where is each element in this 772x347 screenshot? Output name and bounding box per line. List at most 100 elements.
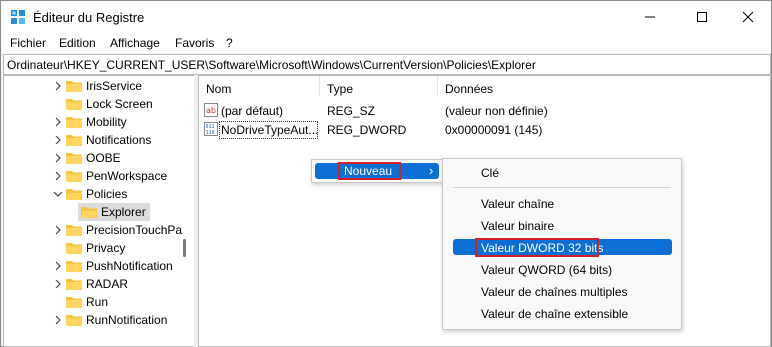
folder-icon	[66, 261, 82, 272]
chevron-right-icon[interactable]	[53, 134, 63, 146]
menu-help[interactable]: ?	[226, 36, 233, 50]
tree-item-label: Mobility	[86, 115, 127, 129]
folder-icon	[66, 153, 82, 164]
tree-item[interactable]: RunNotification	[4, 311, 192, 329]
submenu-item-qword[interactable]: Valeur QWORD (64 bits)	[481, 263, 612, 277]
address-bar[interactable]: Ordinateur\HKEY_CURRENT_USER\Software\Mi…	[3, 54, 771, 75]
tree-item-label: Privacy	[86, 241, 126, 255]
folder-open-icon	[66, 189, 82, 200]
menu-edit[interactable]: Edition	[59, 36, 96, 50]
submenu-arrow-icon: ›	[429, 163, 434, 178]
folder-icon	[66, 315, 82, 326]
close-icon	[742, 11, 754, 23]
column-header-data[interactable]: Données	[445, 82, 493, 96]
svg-text:ab: ab	[206, 106, 216, 115]
submenu-item-multi-string[interactable]: Valeur de chaînes multiples	[481, 285, 628, 299]
tree-item-label: IrisService	[86, 79, 143, 93]
value-data: (valeur non définie)	[445, 104, 548, 118]
table-row[interactable]: 011 110 NoDriveTypeAut... REG_DWORD 0x00…	[199, 121, 770, 139]
table-row[interactable]: ab (par défaut) REG_SZ (valeur non défin…	[199, 102, 770, 120]
tree-item-label: OOBE	[86, 151, 121, 165]
chevron-right-icon[interactable]	[53, 224, 63, 236]
tree-item[interactable]: Mobility	[4, 113, 192, 131]
menu-file[interactable]: Fichier	[10, 36, 46, 50]
tree-item-label: Run	[86, 295, 109, 309]
column-separator[interactable]	[437, 76, 438, 96]
annotation-box	[338, 162, 401, 180]
folder-icon	[66, 171, 82, 182]
column-header-type[interactable]: Type	[327, 82, 353, 96]
chevron-right-icon[interactable]	[53, 116, 63, 128]
value-type: REG_DWORD	[327, 123, 407, 137]
menu-view[interactable]: Affichage	[110, 36, 160, 50]
tree-item[interactable]: Run	[4, 293, 192, 311]
tree-item-label: PenWorkspace	[86, 169, 168, 183]
tree-item[interactable]: PushNotification	[4, 257, 192, 275]
svg-text:110: 110	[206, 130, 215, 136]
minimize-button[interactable]	[627, 1, 673, 33]
context-menu: Nouveau ›	[311, 159, 443, 183]
menu-bar: Fichier Edition Affichage Favoris ?	[1, 33, 771, 53]
folder-icon	[66, 243, 82, 254]
chevron-right-icon[interactable]	[53, 278, 63, 290]
column-header-name[interactable]: Nom	[206, 82, 231, 96]
submenu-item-binary[interactable]: Valeur binaire	[481, 219, 554, 233]
tree-item-label: Lock Screen	[86, 97, 153, 111]
chevron-right-icon[interactable]	[53, 80, 63, 92]
key-tree[interactable]: IrisService Lock Screen Mobility Notific…	[3, 75, 195, 347]
menu-separator	[453, 187, 671, 188]
tree-item[interactable]: PenWorkspace	[4, 167, 192, 185]
binary-value-icon: 011 110	[204, 122, 218, 136]
tree-item-label: RunNotification	[86, 313, 168, 327]
chevron-right-icon[interactable]	[53, 260, 63, 272]
value-name: (par défaut)	[221, 104, 284, 118]
close-button[interactable]	[725, 1, 771, 33]
folder-icon	[66, 135, 82, 146]
submenu-item-key[interactable]: Clé	[481, 166, 499, 180]
new-submenu: Clé Valeur chaîne Valeur binaire Valeur …	[442, 158, 682, 330]
title-bar: Éditeur du Registre	[1, 1, 771, 33]
tree-item[interactable]: PrecisionTouchPa	[4, 221, 192, 239]
window-title: Éditeur du Registre	[33, 10, 145, 25]
annotation-box	[475, 238, 599, 257]
value-name: NoDriveTypeAut...	[221, 123, 319, 137]
registry-editor-icon	[11, 10, 25, 24]
tree-item[interactable]: Policies	[4, 185, 192, 203]
value-data: 0x00000091 (145)	[445, 123, 543, 137]
tree-item[interactable]: RADAR	[4, 275, 192, 293]
submenu-item-expandable-string[interactable]: Valeur de chaîne extensible	[481, 307, 628, 321]
tree-item[interactable]: Privacy	[4, 239, 192, 257]
tree-item[interactable]: Notifications	[4, 131, 192, 149]
tree-item-label: Notifications	[86, 133, 152, 147]
menu-favorites[interactable]: Favoris	[175, 36, 214, 50]
folder-icon	[66, 99, 82, 110]
submenu-item-string[interactable]: Valeur chaîne	[481, 197, 554, 211]
minimize-icon	[645, 16, 655, 18]
column-separator[interactable]	[319, 76, 320, 96]
chevron-right-icon[interactable]	[53, 152, 63, 164]
tree-item[interactable]: IrisService	[4, 77, 192, 95]
folder-icon	[66, 81, 82, 92]
chevron-right-icon[interactable]	[53, 170, 63, 182]
tree-item-label: PrecisionTouchPa	[86, 223, 183, 237]
tree-scrollbar-thumb[interactable]	[183, 239, 186, 257]
maximize-icon	[697, 12, 707, 22]
value-type: REG_SZ	[327, 104, 376, 118]
tree-item-label: Policies	[86, 187, 128, 201]
tree-item[interactable]: OOBE	[4, 149, 192, 167]
registry-editor-window: Éditeur du Registre Fichier Edition Affi…	[0, 0, 772, 347]
tree-item-label: PushNotification	[86, 259, 173, 273]
address-path: Ordinateur\HKEY_CURRENT_USER\Software\Mi…	[7, 58, 536, 72]
tree-item-label: Explorer	[101, 205, 146, 219]
tree-item-label: RADAR	[86, 277, 129, 291]
folder-icon	[66, 225, 82, 236]
folder-icon	[66, 279, 82, 290]
maximize-button[interactable]	[679, 1, 725, 33]
tree-item-selected[interactable]: Explorer	[4, 203, 192, 221]
folder-open-icon	[81, 207, 97, 218]
string-value-icon: ab	[204, 103, 218, 117]
folder-icon	[66, 117, 82, 128]
chevron-right-icon[interactable]	[53, 314, 63, 326]
tree-item[interactable]: Lock Screen	[4, 95, 192, 113]
chevron-down-icon[interactable]	[53, 188, 63, 200]
